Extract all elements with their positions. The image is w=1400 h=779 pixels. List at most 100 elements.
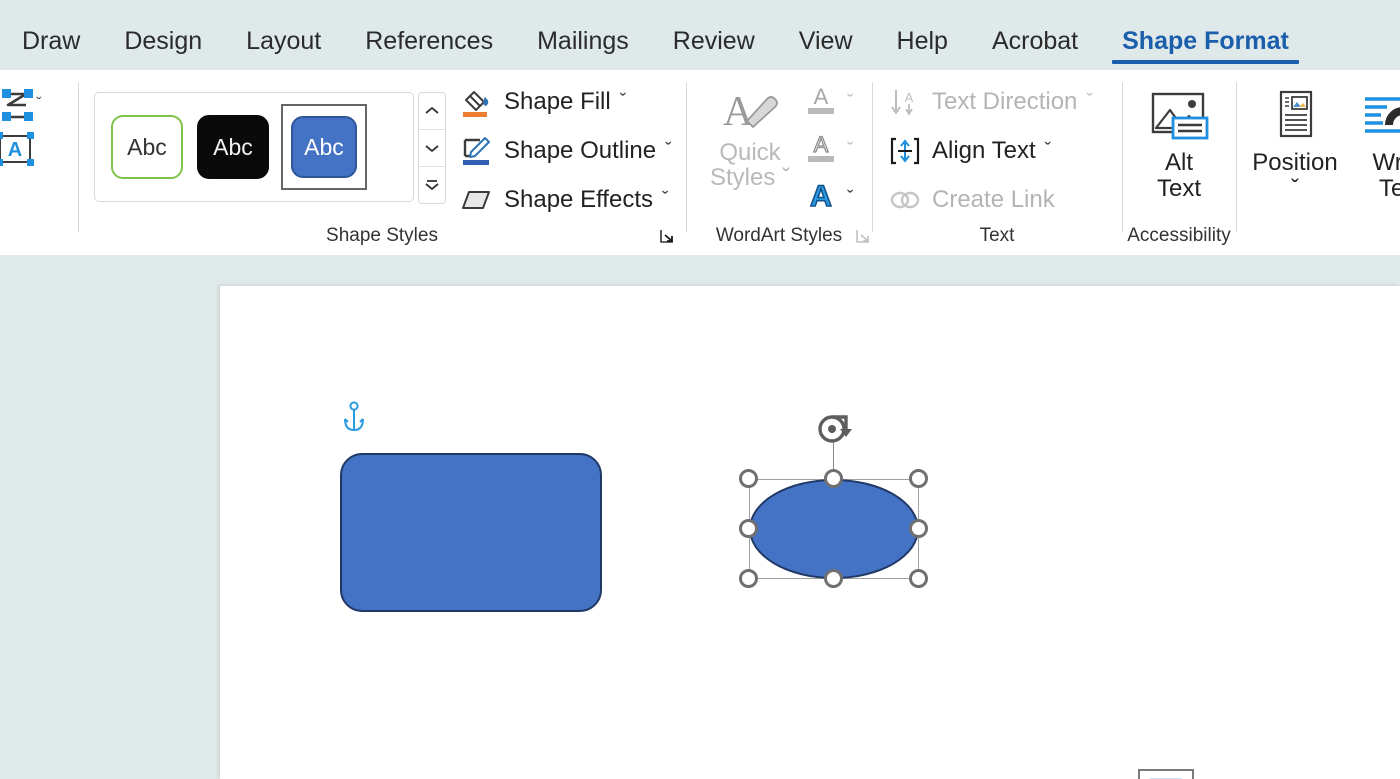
ribbon: ˇ A Abc Abc Abc Shape Fill ˇ Shape Outli…	[0, 70, 1400, 256]
create-link-button[interactable]: Create Link	[888, 184, 1055, 216]
edit-shape-icon[interactable]	[0, 86, 40, 126]
svg-text:A: A	[8, 139, 22, 161]
tab-label: View	[798, 27, 853, 55]
text-box-icon[interactable]: A	[0, 130, 38, 170]
text-direction-label: Text Direction	[932, 88, 1078, 115]
ribbon-group-shape-styles: Abc Abc Abc Shape Fill ˇ Shape Outline ˇ…	[78, 70, 686, 255]
text-outline-icon: A	[804, 130, 838, 171]
shape-styles-gallery[interactable]: Abc Abc Abc	[94, 92, 414, 202]
tab-draw[interactable]: Draw	[0, 29, 102, 70]
chevron-down-icon[interactable]: ˇ	[1045, 140, 1051, 162]
chevron-down-icon[interactable]: ˇ	[847, 92, 853, 114]
position-icon	[1240, 86, 1350, 150]
tab-layout[interactable]: Layout	[224, 29, 343, 70]
shape-rounded-rectangle[interactable]	[340, 453, 602, 612]
position-button[interactable]: Position ˇ	[1240, 86, 1350, 202]
tab-design[interactable]: Design	[102, 29, 224, 70]
svg-text:A: A	[810, 180, 832, 213]
quick-styles-label-line2: Styles	[709, 164, 776, 192]
shape-outline-button[interactable]: Shape Outline ˇ	[460, 135, 671, 167]
tab-label: Shape Format	[1122, 27, 1289, 55]
gallery-scroll-up-button[interactable]	[419, 93, 445, 130]
create-link-icon	[888, 184, 922, 216]
tab-shape-format[interactable]: Shape Format	[1100, 29, 1311, 70]
thumb-label: Abc	[127, 133, 167, 160]
tab-acrobat[interactable]: Acrobat	[970, 29, 1100, 70]
shape-fill-icon	[460, 86, 494, 118]
resize-handle-top-right[interactable]	[909, 469, 928, 488]
alt-text-label-line1: Alt	[1164, 149, 1193, 176]
alt-text-button[interactable]: Alt Text	[1124, 86, 1234, 202]
text-outline-button[interactable]: A ˇ	[804, 130, 853, 171]
svg-text:A: A	[814, 84, 829, 109]
ribbon-tab-strip: Draw Design Layout References Mailings R…	[0, 0, 1400, 70]
alt-text-icon	[1124, 86, 1234, 150]
resize-handle-top-left[interactable]	[739, 469, 758, 488]
insert-shapes-caret[interactable]: ˇ	[36, 94, 42, 114]
chevron-down-icon[interactable]: ˇ	[662, 189, 668, 211]
shape-outline-icon	[460, 135, 494, 167]
resize-handle-middle-right[interactable]	[909, 519, 928, 538]
text-direction-button[interactable]: A Text Direction ˇ	[888, 86, 1093, 118]
wrap-text-label-line1: Wrap	[1372, 149, 1400, 176]
chevron-down-icon[interactable]: ˇ	[1240, 175, 1350, 202]
text-effects-button[interactable]: A ˇ	[804, 178, 853, 219]
shape-selection-group	[734, 409, 928, 599]
thumb-label: Abc	[304, 133, 344, 160]
gallery-scroll-down-button[interactable]	[419, 130, 445, 167]
shape-effects-icon	[460, 184, 494, 216]
tab-label: References	[365, 27, 494, 55]
svg-text:A: A	[905, 90, 914, 105]
shape-fill-button[interactable]: Shape Fill ˇ	[460, 86, 626, 118]
quick-styles-button[interactable]: A Quick Styles ˇ	[698, 86, 802, 190]
shape-fill-label: Shape Fill	[504, 88, 611, 115]
resize-handle-top-center[interactable]	[824, 469, 843, 488]
gallery-more-button[interactable]	[419, 167, 445, 203]
text-direction-icon: A	[888, 86, 922, 118]
resize-handle-bottom-left[interactable]	[739, 569, 758, 588]
layout-options-button[interactable]	[1138, 769, 1194, 779]
wordart-styles-group-label: WordArt Styles	[715, 225, 843, 246]
wordart-styles-dialog-launcher[interactable]	[854, 227, 872, 245]
thumb-label: Abc	[213, 133, 253, 160]
chevron-down-icon[interactable]: ˇ	[847, 188, 853, 210]
align-text-button[interactable]: Align Text ˇ	[888, 135, 1051, 167]
chevron-down-icon[interactable]: ˇ	[782, 164, 790, 191]
chevron-down-icon[interactable]: ˇ	[665, 140, 671, 162]
text-fill-button[interactable]: A ˇ	[804, 82, 853, 123]
svg-text:A: A	[814, 132, 829, 157]
tab-label: Draw	[22, 27, 81, 55]
alt-text-label-line2: Text	[1156, 174, 1201, 202]
tab-view[interactable]: View	[777, 29, 875, 70]
shape-ellipse[interactable]	[749, 479, 919, 579]
quick-styles-label-line1: Quick	[719, 139, 781, 166]
shape-style-outline-green[interactable]: Abc	[109, 113, 185, 181]
chevron-down-icon[interactable]: ˇ	[1086, 91, 1092, 113]
chevron-down-icon[interactable]: ˇ	[620, 91, 626, 113]
tab-help[interactable]: Help	[875, 29, 970, 70]
ribbon-group-text: A Text Direction ˇ Align Text ˇ Create L…	[872, 70, 1122, 255]
create-link-label: Create Link	[932, 186, 1055, 213]
wrap-text-button[interactable]: Wrap Text	[1346, 86, 1400, 202]
svg-text:A: A	[723, 89, 754, 135]
tab-review[interactable]: Review	[651, 29, 777, 70]
text-fill-icon: A	[804, 82, 838, 123]
resize-handle-bottom-center[interactable]	[824, 569, 843, 588]
document-page[interactable]	[220, 286, 1400, 779]
shape-style-fill-blue[interactable]: Abc	[281, 104, 367, 190]
tab-references[interactable]: References	[343, 29, 515, 70]
tab-label: Mailings	[537, 27, 629, 55]
shape-effects-button[interactable]: Shape Effects ˇ	[460, 184, 668, 216]
text-group-label: Text	[979, 225, 1015, 246]
document-workspace	[0, 255, 1400, 779]
rotate-handle-icon[interactable]	[812, 411, 856, 449]
chevron-down-icon[interactable]: ˇ	[847, 140, 853, 162]
layout-options-icon	[1145, 774, 1187, 779]
align-text-icon	[888, 135, 922, 167]
tab-mailings[interactable]: Mailings	[515, 29, 651, 70]
resize-handle-bottom-right[interactable]	[909, 569, 928, 588]
shape-styles-dialog-launcher[interactable]	[658, 227, 676, 245]
tab-label: Acrobat	[991, 27, 1079, 55]
shape-style-fill-black[interactable]: Abc	[195, 113, 271, 181]
resize-handle-middle-left[interactable]	[739, 519, 758, 538]
